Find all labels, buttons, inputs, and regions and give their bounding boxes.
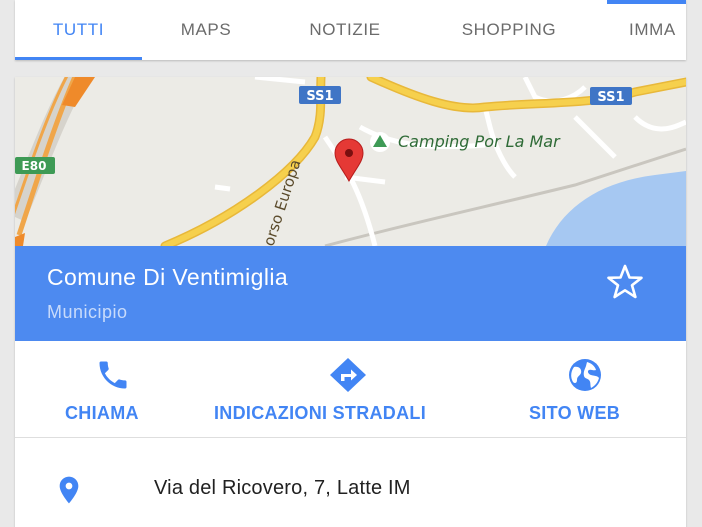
tab-notizie[interactable]: NOTIZIE	[270, 0, 420, 60]
place-header: Comune Di Ventimiglia Municipio	[15, 246, 686, 341]
call-label: CHIAMA	[65, 403, 139, 423]
search-results-page: TUTTI MAPS NOTIZIE SHOPPING IMMA SS1 SS1…	[0, 0, 702, 527]
call-button[interactable]: CHIAMA	[15, 341, 215, 437]
place-card: SS1 SS1 E80 orso Europa Camping Por La M…	[15, 77, 686, 527]
tab-shopping[interactable]: SHOPPING	[420, 0, 598, 60]
tab-label: MAPS	[180, 20, 232, 39]
tab-label: NOTIZIE	[309, 20, 381, 39]
road-shield-ss1: SS1	[299, 86, 341, 104]
tab-maps[interactable]: MAPS	[142, 0, 270, 60]
address-row[interactable]: Via del Ricovero, 7, Latte IM	[15, 438, 686, 527]
active-tab-indicator	[15, 57, 142, 60]
camping-poi[interactable]: Camping Por La Mar	[370, 132, 561, 152]
location-pin-icon	[59, 476, 79, 504]
poi-label: Camping Por La Mar	[398, 132, 561, 151]
globe-icon	[569, 359, 601, 391]
road-shield-ss1: SS1	[590, 87, 632, 105]
place-category: Municipio	[47, 302, 128, 322]
website-button[interactable]: SITO WEB	[515, 341, 686, 437]
svg-text:E80: E80	[22, 159, 47, 173]
website-label: SITO WEB	[529, 403, 621, 423]
search-tabs-bar: TUTTI MAPS NOTIZIE SHOPPING IMMA	[15, 0, 686, 60]
directions-button[interactable]: INDICAZIONI STRADALI	[210, 341, 490, 437]
road-shield-e80: E80	[15, 157, 55, 174]
directions-icon	[330, 358, 366, 392]
place-title: Comune Di Ventimiglia	[47, 264, 289, 290]
tab-tutti[interactable]: TUTTI	[15, 0, 142, 60]
place-actions: CHIAMA INDICAZIONI STRADALI SITO WEB	[15, 341, 686, 438]
top-accent-bar	[607, 0, 686, 4]
tab-label: TUTTI	[52, 20, 105, 39]
phone-icon	[99, 361, 127, 389]
svg-text:SS1: SS1	[597, 90, 624, 105]
tab-label: IMMA	[629, 20, 676, 39]
tab-immagini[interactable]: IMMA	[598, 0, 686, 60]
map-preview[interactable]: SS1 SS1 E80 orso Europa Camping Por La M…	[15, 77, 686, 246]
directions-label: INDICAZIONI STRADALI	[214, 403, 426, 423]
star-icon[interactable]	[603, 260, 647, 304]
svg-text:SS1: SS1	[306, 89, 333, 104]
tab-label: SHOPPING	[461, 20, 557, 39]
address-text: Via del Ricovero, 7, Latte IM	[154, 477, 411, 499]
